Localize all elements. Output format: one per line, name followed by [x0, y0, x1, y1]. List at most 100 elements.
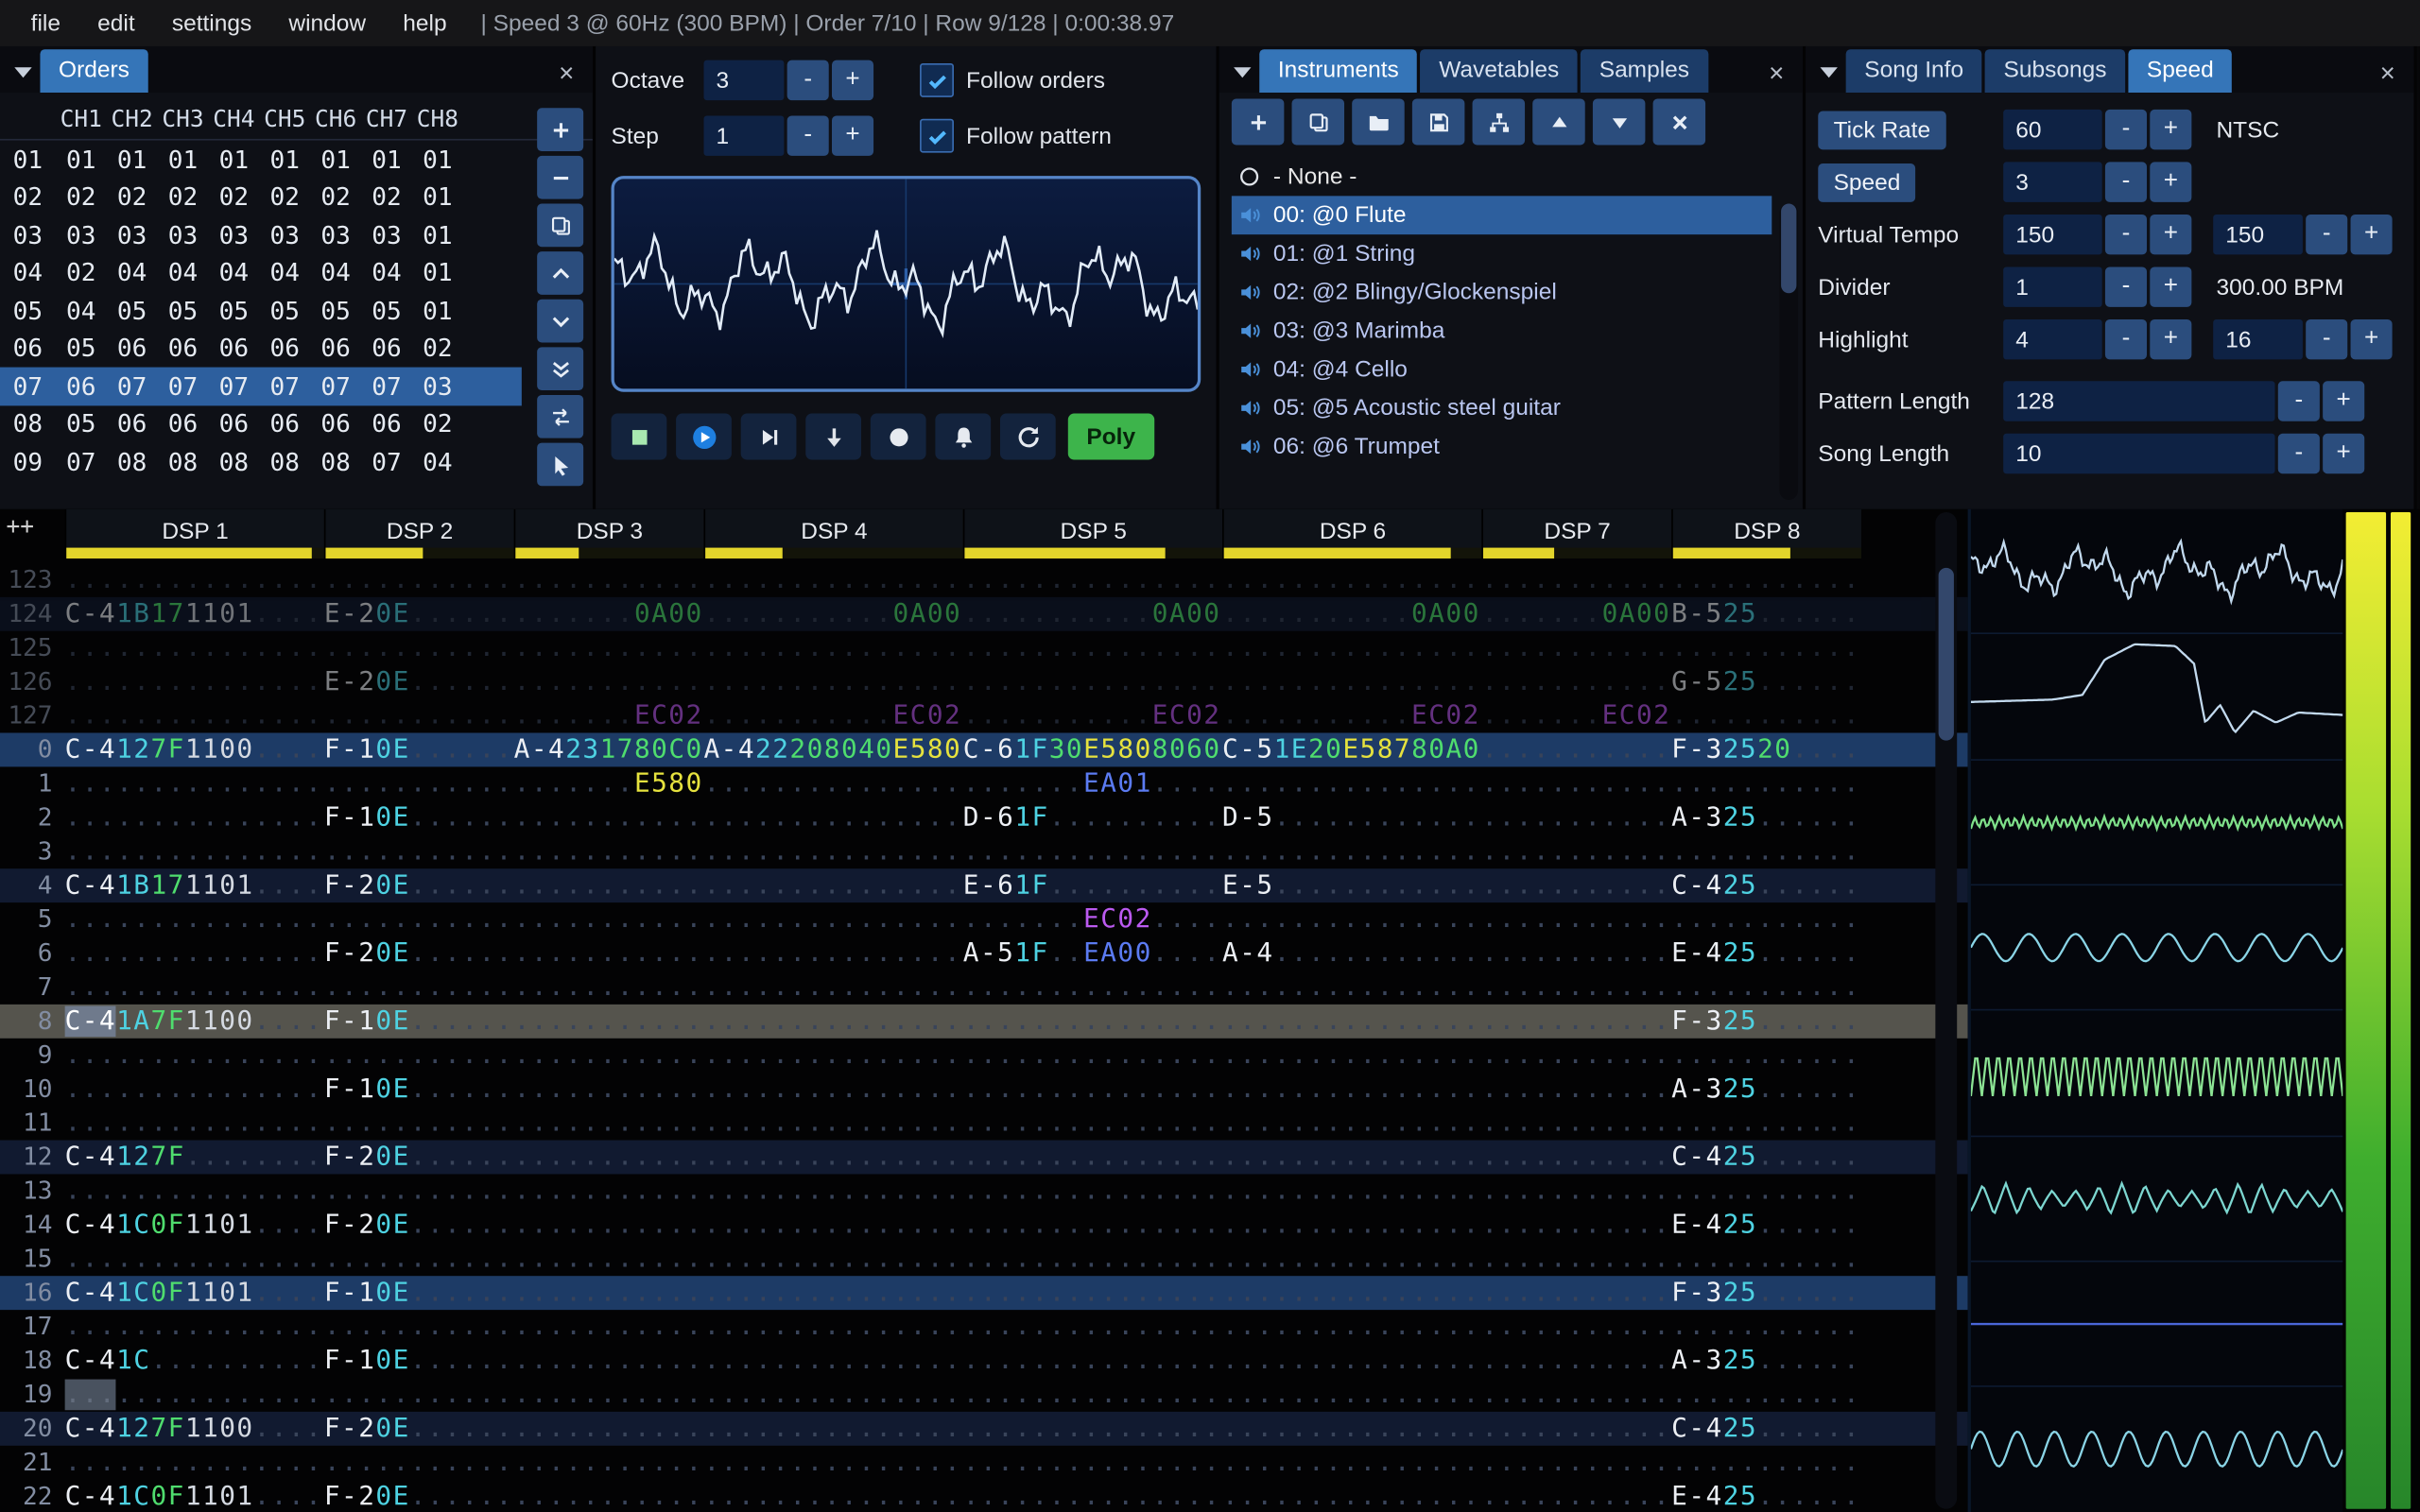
order-cell[interactable]: 06: [361, 334, 412, 363]
pattern-cell[interactable]: ...........: [514, 563, 704, 597]
order-cell[interactable]: 04: [412, 447, 463, 476]
pattern-cell[interactable]: ...............: [65, 1174, 324, 1208]
order-cell[interactable]: 04: [259, 258, 310, 287]
save-button[interactable]: [1411, 98, 1465, 146]
pattern-cell[interactable]: ...............: [1222, 631, 1481, 665]
pattern-cell[interactable]: A-51F..EA00....: [963, 936, 1222, 971]
move-down-button[interactable]: [1592, 98, 1646, 146]
organize-button[interactable]: [1472, 98, 1526, 146]
pattern-cell[interactable]: ...............: [703, 1174, 962, 1208]
pattern-cell[interactable]: ...............: [703, 1073, 962, 1107]
pattern-cell[interactable]: ...........: [1481, 1039, 1671, 1073]
order-cell[interactable]: 01: [259, 145, 310, 174]
pattern-cell[interactable]: C-41B171101....: [65, 868, 324, 902]
pattern-cell[interactable]: ...............: [703, 665, 962, 699]
order-cell[interactable]: 01: [412, 258, 463, 287]
pattern-cell[interactable]: ...............: [963, 1107, 1222, 1141]
order-cell[interactable]: 02: [56, 182, 107, 212]
pattern-cell[interactable]: ...........: [514, 971, 704, 1005]
pattern-cell[interactable]: ...........: [1671, 766, 1861, 800]
pattern-cell[interactable]: E-5............: [1222, 868, 1481, 902]
octave-input[interactable]: 3: [703, 60, 785, 101]
pattern-cell[interactable]: ...............: [65, 1073, 324, 1107]
pattern-cell[interactable]: ...........EC02: [1222, 699, 1481, 733]
channel-header-6[interactable]: DSP 6: [1222, 508, 1482, 559]
pattern-cell[interactable]: ...............: [703, 936, 962, 971]
pattern-cell[interactable]: ...............: [65, 936, 324, 971]
pattern-cell[interactable]: ...........: [514, 1107, 704, 1141]
channel-header-5[interactable]: DSP 5: [962, 508, 1223, 559]
tick-rate-decrease-button[interactable]: -: [2104, 109, 2148, 150]
pattern-cell[interactable]: C-51E20E58780A0: [1222, 733, 1481, 767]
pattern-cell[interactable]: ...........: [514, 1242, 704, 1276]
pattern-cell[interactable]: ...............: [65, 902, 324, 936]
pattern-cell[interactable]: ...........: [324, 563, 514, 597]
pattern-cell[interactable]: .......EC02: [514, 699, 704, 733]
orders-row-05[interactable]: 05 04 05 05 05 05 05 05 01: [0, 292, 522, 330]
pattern-cell[interactable]: ...........: [514, 1005, 704, 1039]
pattern-cell[interactable]: ...............: [963, 1310, 1222, 1344]
highlight-input[interactable]: 4: [2003, 318, 2102, 360]
pattern-cell[interactable]: F-10E......: [324, 1005, 514, 1039]
poly-button[interactable]: Poly: [1067, 413, 1154, 460]
pattern-cell[interactable]: ...........: [514, 936, 704, 971]
pattern-cell[interactable]: ...........: [1481, 1107, 1671, 1141]
pattern-cell[interactable]: ...........: [1671, 1446, 1861, 1480]
open-button[interactable]: [1352, 98, 1405, 146]
pattern-cell[interactable]: ...........: [514, 834, 704, 868]
order-cell[interactable]: 01: [107, 145, 158, 174]
channel-header-8[interactable]: DSP 8: [1671, 508, 1861, 559]
pattern-cell[interactable]: ...............: [1222, 1412, 1481, 1446]
order-cell[interactable]: 04: [361, 258, 412, 287]
pattern-cell[interactable]: ...........: [1481, 665, 1671, 699]
instrument-item-06[interactable]: 06: @6 Trumpet: [1232, 427, 1772, 466]
divider-increase-button[interactable]: +: [2150, 266, 2192, 307]
order-cell[interactable]: 07: [107, 371, 158, 401]
pattern-cell[interactable]: A-325......: [1671, 800, 1861, 834]
collapse-icon[interactable]: [9, 53, 37, 93]
virtual-tempo-input[interactable]: 150: [2003, 214, 2102, 255]
pattern-cell[interactable]: ...............: [963, 1480, 1222, 1512]
pattern-corner-buttons[interactable]: ++: [0, 509, 65, 558]
orders-row-01[interactable]: 01 01 01 01 01 01 01 01 01: [0, 141, 522, 179]
pattern-cell[interactable]: E-20E......: [324, 597, 514, 631]
highlight-input-2[interactable]: 16: [2213, 318, 2303, 360]
order-cell[interactable]: 03: [107, 220, 158, 249]
pattern-cell[interactable]: ...........: [324, 1310, 514, 1344]
pattern-cell[interactable]: .......E580: [514, 766, 704, 800]
pattern-cell[interactable]: ...............: [1222, 1039, 1481, 1073]
pattern-cell[interactable]: ...............: [1222, 1174, 1481, 1208]
order-cell[interactable]: 01: [412, 182, 463, 212]
tick-rate-increase-button[interactable]: +: [2150, 109, 2192, 150]
pattern-cell[interactable]: ...........: [514, 631, 704, 665]
pattern-cell[interactable]: ...............: [963, 971, 1222, 1005]
pattern-cell[interactable]: ...............: [963, 1039, 1222, 1073]
order-cell[interactable]: 02: [158, 182, 209, 212]
pattern-cell[interactable]: D-61F..........: [963, 800, 1222, 834]
play-button[interactable]: [676, 413, 732, 460]
pattern-cell[interactable]: ...............: [65, 800, 324, 834]
pattern-cell[interactable]: ...............: [703, 1310, 962, 1344]
pattern-cell[interactable]: ...............: [1222, 1242, 1481, 1276]
pattern-cell[interactable]: E-425......: [1671, 1480, 1861, 1512]
virtual-tempo-increase-button-2[interactable]: +: [2350, 214, 2393, 255]
scrollbar-thumb[interactable]: [1781, 203, 1797, 294]
pattern-cell[interactable]: ...............: [703, 1005, 962, 1039]
pattern-cell[interactable]: A-325......: [1671, 1073, 1861, 1107]
pattern-cell[interactable]: F-10E......: [324, 1276, 514, 1310]
order-cell[interactable]: 07: [259, 371, 310, 401]
speed-increase-button[interactable]: +: [2150, 162, 2192, 202]
pattern-cell[interactable]: ...............: [703, 902, 962, 936]
order-cell[interactable]: 02: [361, 182, 412, 212]
channel-header-7[interactable]: DSP 7: [1481, 508, 1672, 559]
order-cell[interactable]: 06: [158, 334, 209, 363]
follow-orders-checkbox[interactable]: [920, 62, 954, 97]
close-icon[interactable]: ×: [2371, 56, 2405, 93]
order-cell[interactable]: 06: [107, 334, 158, 363]
pattern-length-input[interactable]: 128: [2003, 381, 2275, 421]
pattern-cell[interactable]: ...........: [324, 971, 514, 1005]
order-cell[interactable]: 05: [56, 334, 107, 363]
order-cell[interactable]: 05: [361, 296, 412, 325]
move-up-button[interactable]: [537, 251, 584, 295]
menu-item-file[interactable]: file: [12, 4, 79, 43]
